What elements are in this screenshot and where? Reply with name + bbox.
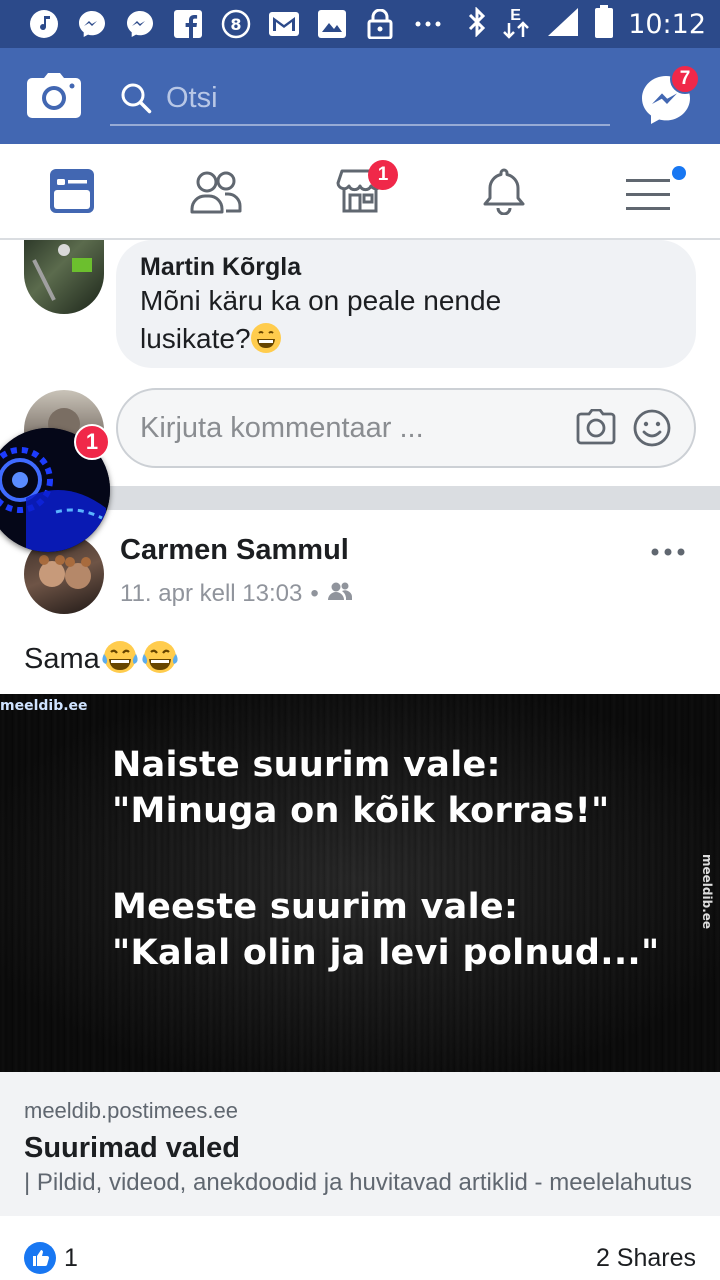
battery-icon bbox=[594, 4, 614, 44]
tab-menu[interactable] bbox=[576, 144, 720, 238]
more-options-icon bbox=[651, 548, 685, 556]
music-icon bbox=[20, 0, 68, 48]
lock-icon bbox=[356, 0, 404, 48]
bluetooth-icon bbox=[466, 5, 488, 42]
bell-icon bbox=[483, 168, 525, 215]
image-caption-line: "Kalal olin ja levi polnud..." bbox=[112, 933, 660, 973]
tab-news-feed[interactable] bbox=[0, 144, 144, 238]
comment-input[interactable] bbox=[140, 411, 560, 445]
search-input[interactable] bbox=[166, 81, 586, 115]
tab-notifications[interactable] bbox=[432, 144, 576, 238]
status-bar: 8 E 10:12 bbox=[0, 0, 720, 48]
image-watermark-side: meeldib.ee bbox=[700, 854, 714, 930]
signal-icon bbox=[546, 6, 580, 43]
messenger-badge: 7 bbox=[670, 64, 700, 94]
comment-compose-bar[interactable] bbox=[116, 388, 696, 468]
tab-bar: 1 bbox=[0, 144, 720, 240]
like-count[interactable]: 1 bbox=[64, 1244, 78, 1273]
post-text: Sama bbox=[24, 640, 180, 682]
tab-friends[interactable] bbox=[144, 144, 288, 238]
grinning-emoji bbox=[250, 323, 281, 353]
post-text-content: Sama bbox=[24, 643, 100, 675]
svg-text:8: 8 bbox=[230, 15, 241, 34]
messenger-icon bbox=[68, 0, 116, 48]
link-title: Suurimad valed bbox=[24, 1132, 240, 1164]
camera-icon[interactable] bbox=[576, 408, 616, 450]
image-caption-line: "Minuga on kõik korras!" bbox=[112, 791, 610, 831]
search-icon bbox=[114, 76, 158, 120]
friends-icon bbox=[190, 171, 242, 214]
menu-notification-dot bbox=[672, 166, 686, 180]
tears-of-joy-emoji bbox=[140, 640, 180, 682]
friends-audience-icon bbox=[327, 580, 353, 608]
messenger-icon bbox=[116, 0, 164, 48]
link-description: | Pildid, videod, anekdoodid ja huvitava… bbox=[24, 1169, 692, 1196]
tab-marketplace[interactable]: 1 bbox=[288, 144, 432, 238]
post-image[interactable]: meeldib.ee meeldib.ee Naiste suurim vale… bbox=[0, 694, 720, 1072]
image-caption-line: Naiste suurim vale: bbox=[112, 745, 501, 785]
comment-bubble[interactable]: Martin Kõrgla Mõni käru ka on peale nend… bbox=[116, 240, 696, 368]
comment-text: Mõni käru ka on peale nende lusikate? bbox=[140, 285, 502, 354]
like-reaction-icon bbox=[24, 1242, 56, 1279]
post-author-name[interactable]: Carmen Sammul bbox=[120, 534, 349, 567]
commenter-avatar[interactable] bbox=[24, 240, 104, 314]
status-bar-system-icons: E 10:12 bbox=[466, 0, 706, 48]
facebook-icon bbox=[164, 0, 212, 48]
post-timestamp[interactable]: 11. apr kell 13:03 bbox=[120, 580, 302, 608]
link-preview[interactable]: meeldib.postimees.ee Suurimad valed | Pi… bbox=[0, 1072, 720, 1216]
number-8-icon: 8 bbox=[212, 0, 260, 48]
chat-head-badge: 1 bbox=[74, 424, 110, 460]
marketplace-badge: 1 bbox=[368, 160, 398, 190]
meta-separator: • bbox=[310, 580, 319, 607]
emoji-icon[interactable] bbox=[632, 408, 672, 453]
comment-body: Mõni käru ka on peale nende lusikate? bbox=[140, 282, 610, 358]
image-watermark-top: meeldib.ee bbox=[0, 698, 88, 714]
camera-icon bbox=[27, 73, 81, 118]
messenger-button[interactable]: 7 bbox=[640, 64, 700, 126]
hamburger-menu-icon bbox=[626, 179, 670, 210]
comment: Martin Kõrgla Mõni käru ka on peale nend… bbox=[0, 240, 720, 370]
post-meta: 11. apr kell 13:03 • bbox=[120, 580, 353, 608]
tears-of-joy-emoji bbox=[100, 640, 140, 682]
post-more-options-button[interactable] bbox=[640, 530, 696, 574]
search-bar[interactable] bbox=[110, 72, 610, 126]
image-icon bbox=[308, 0, 356, 48]
news-feed-icon bbox=[50, 169, 94, 213]
comment-author[interactable]: Martin Kõrgla bbox=[140, 252, 672, 282]
reactions-bar[interactable]: 1 2 Shares bbox=[0, 1216, 720, 1280]
shares-count[interactable]: 2 Shares bbox=[596, 1244, 696, 1273]
camera-button[interactable] bbox=[26, 72, 82, 120]
link-domain: meeldib.postimees.ee bbox=[24, 1098, 239, 1123]
more-dots-icon bbox=[404, 0, 452, 48]
clock: 10:12 bbox=[628, 8, 706, 40]
image-caption-line: Meeste suurim vale: bbox=[112, 887, 519, 927]
gmail-icon bbox=[260, 0, 308, 48]
network-type-icon: E bbox=[502, 7, 532, 41]
app-bar: 7 bbox=[0, 48, 720, 144]
status-bar-notification-icons: 8 bbox=[0, 0, 452, 48]
